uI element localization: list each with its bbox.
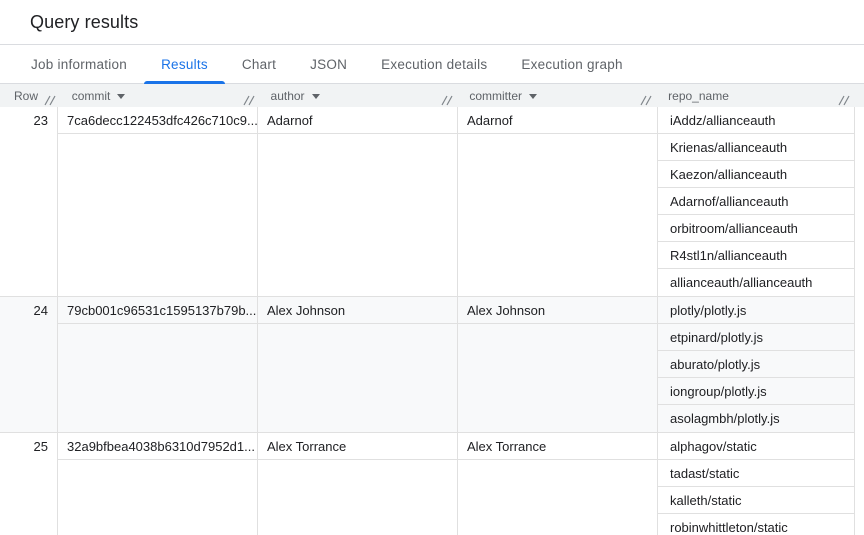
row-number-value: 24 [0,297,57,324]
row-number-cell: 25 [0,433,58,535]
table-record: 237ca6decc122453dfc426c710c9...AdarnofAd… [0,107,855,297]
commit-cell-filler [58,460,257,535]
tab-execution-graph[interactable]: Execution graph [504,45,639,83]
author-cell-filler [258,324,457,432]
commit-value: 79cb001c96531c1595137b79b... [58,297,257,324]
repo-name-value: plotly/plotly.js [658,297,854,324]
column-header-filler [850,84,864,107]
column-header-row: Row [0,84,58,107]
tab-job-information[interactable]: Job information [14,45,144,83]
repo-name-value: orbitroom/allianceauth [658,215,854,242]
column-resize-handle-icon[interactable] [441,95,453,106]
row-number-cell: 24 [0,297,58,432]
committer-value: Alex Torrance [458,433,657,460]
commit-value: 32a9bfbea4038b6310d7952d1... [58,433,257,460]
column-header-author[interactable]: author [257,84,456,107]
query-results-titlebar: Query results [0,0,864,45]
row-number-cell: 23 [0,107,58,296]
repo-name-value: allianceauth/allianceauth [658,269,854,296]
tab-json[interactable]: JSON [293,45,364,83]
results-tabbar: Job information Results Chart JSON Execu… [0,45,864,84]
committer-cell-filler [458,460,657,535]
repo-name-value: alphagov/static [658,433,854,460]
repo-name-value: Kaezon/allianceauth [658,161,854,188]
sort-dropdown-icon[interactable] [312,94,320,99]
repo-name-value: aburato/plotly.js [658,351,854,378]
committer-cell-filler [458,324,657,432]
author-cell: Alex Johnson [258,297,458,432]
repo-name-value: R4stl1n/allianceauth [658,242,854,269]
column-resize-handle-icon[interactable] [838,95,850,106]
page-title: Query results [30,12,138,33]
repo-name-value: iAddz/allianceauth [658,107,854,134]
column-resize-handle-icon[interactable] [243,95,255,106]
table-record: 2479cb001c96531c1595137b79b...Alex Johns… [0,297,855,433]
table-record: 2532a9bfbea4038b6310d7952d1...Alex Torra… [0,433,855,535]
commit-cell: 7ca6decc122453dfc426c710c9... [58,107,258,296]
author-cell: Adarnof [258,107,458,296]
committer-cell: Alex Torrance [458,433,658,535]
repo-name-value: iongroup/plotly.js [658,378,854,405]
repo-name-cell: plotly/plotly.jsetpinard/plotly.jsaburat… [658,297,855,432]
repo-name-cell: iAddz/allianceauthKrienas/allianceauthKa… [658,107,855,296]
column-resize-handle-icon[interactable] [44,95,56,106]
committer-value: Adarnof [458,107,657,134]
tab-results[interactable]: Results [144,45,225,83]
repo-name-value: etpinard/plotly.js [658,324,854,351]
column-resize-handle-icon[interactable] [640,95,652,106]
commit-cell-filler [58,134,257,296]
commit-value: 7ca6decc122453dfc426c710c9... [58,107,257,134]
tab-execution-details[interactable]: Execution details [364,45,504,83]
repo-name-value: Adarnof/allianceauth [658,188,854,215]
column-header-row-label: Row [14,89,38,103]
row-number-value: 23 [0,107,57,134]
committer-cell: Alex Johnson [458,297,658,432]
repo-name-value: Krienas/allianceauth [658,134,854,161]
column-header-commit-label: commit [72,89,111,103]
commit-cell-filler [58,324,257,432]
author-value: Alex Johnson [258,297,457,324]
sort-dropdown-icon[interactable] [529,94,537,99]
sort-dropdown-icon[interactable] [117,94,125,99]
column-header-repo-name: repo_name [654,84,850,107]
committer-cell: Adarnof [458,107,658,296]
column-header-committer[interactable]: committer [455,84,654,107]
results-table-body: 237ca6decc122453dfc426c710c9...AdarnofAd… [0,107,855,535]
repo-name-value: tadast/static [658,460,854,487]
column-header-commit[interactable]: commit [58,84,257,107]
repo-name-value: kalleth/static [658,487,854,514]
author-cell: Alex Torrance [258,433,458,535]
row-number-value: 25 [0,433,57,460]
column-header-author-label: author [271,89,305,103]
author-value: Adarnof [258,107,457,134]
author-cell-filler [258,460,457,535]
repo-name-value: robinwhittleton/static [658,514,854,535]
author-cell-filler [258,134,457,296]
results-table-header: Row commit author committer repo_name [0,84,864,107]
committer-cell-filler [458,134,657,296]
repo-name-value: asolagmbh/plotly.js [658,405,854,432]
commit-cell: 32a9bfbea4038b6310d7952d1... [58,433,258,535]
author-value: Alex Torrance [258,433,457,460]
column-header-committer-label: committer [469,89,522,103]
repo-name-cell: alphagov/statictadast/statickalleth/stat… [658,433,855,535]
commit-cell: 79cb001c96531c1595137b79b... [58,297,258,432]
committer-value: Alex Johnson [458,297,657,324]
column-header-repo-name-label: repo_name [668,89,729,103]
tab-chart[interactable]: Chart [225,45,293,83]
